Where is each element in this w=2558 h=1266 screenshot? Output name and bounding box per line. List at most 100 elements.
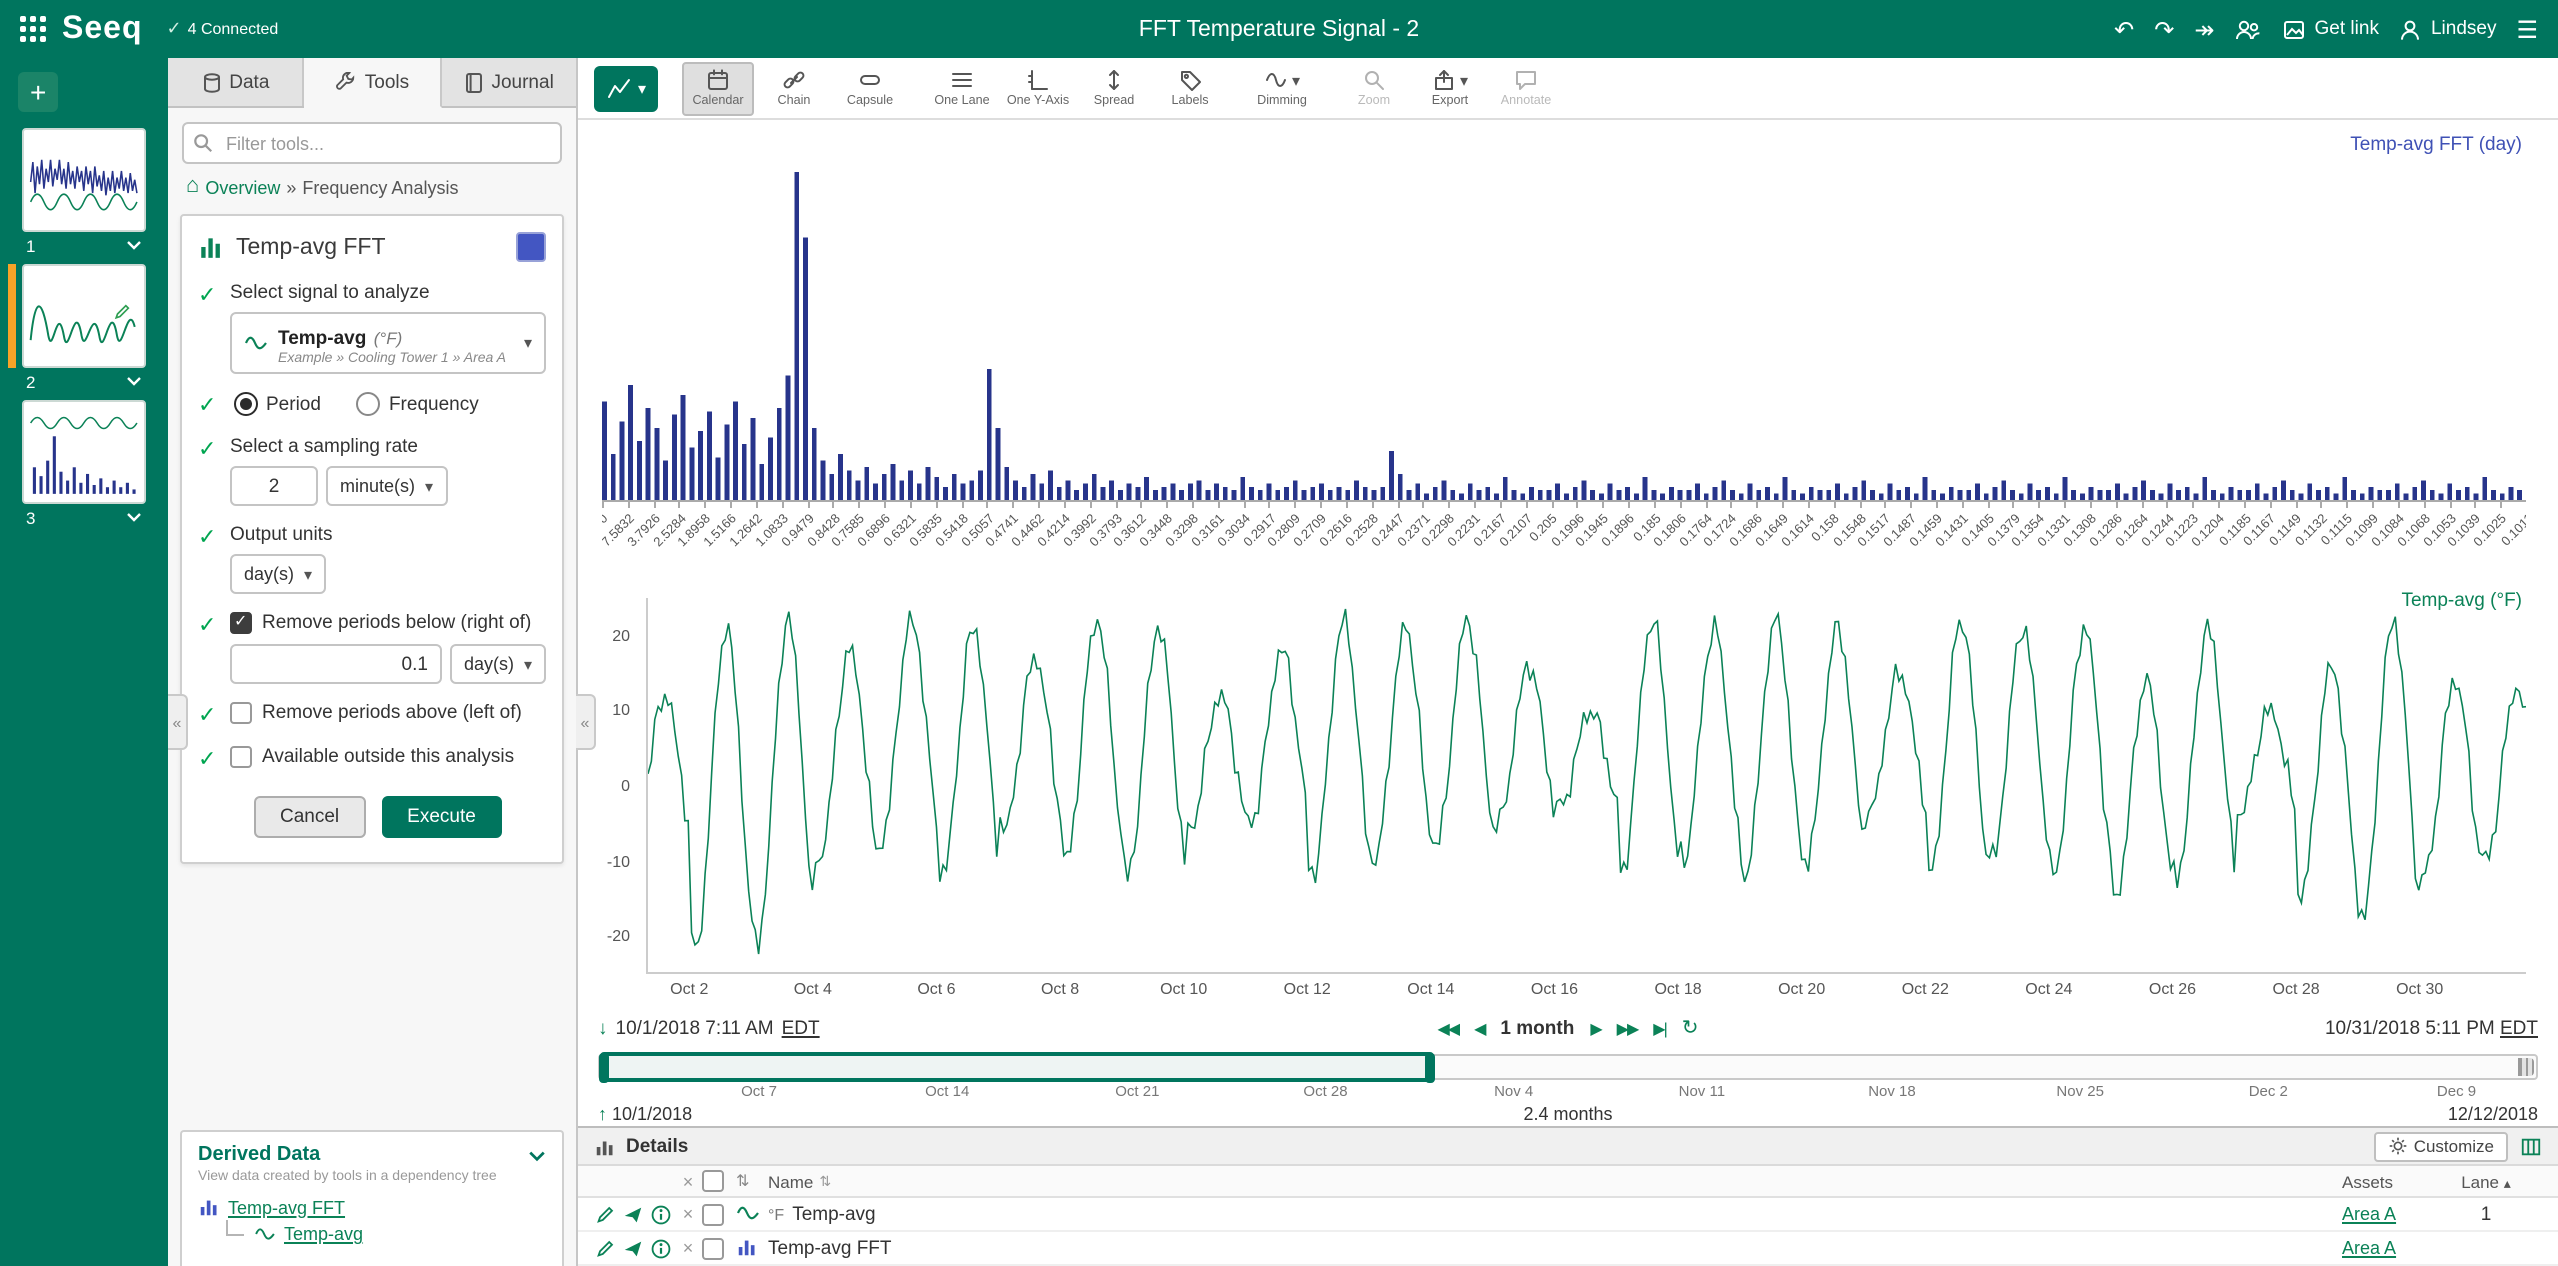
connection-status[interactable]: ✓ 4 Connected bbox=[167, 18, 279, 40]
one-y-axis-button[interactable]: One Y-Axis bbox=[1002, 61, 1074, 115]
chevron-down-icon[interactable] bbox=[528, 1149, 546, 1161]
sampling-rate-input[interactable] bbox=[230, 466, 318, 506]
remove-all-icon[interactable]: × bbox=[674, 1171, 702, 1191]
frequency-radio-option[interactable]: Frequency bbox=[357, 392, 479, 416]
home-icon[interactable]: ⌂ bbox=[186, 176, 199, 198]
range-start-arrow-icon[interactable]: ↓ bbox=[598, 1017, 608, 1039]
worksheet-thumbnail-2[interactable] bbox=[22, 264, 146, 368]
available-outside-checkbox[interactable] bbox=[230, 746, 252, 768]
investigate-end[interactable]: 12/12/2018 bbox=[2448, 1103, 2538, 1123]
timeline-right-handle[interactable] bbox=[2518, 1058, 2534, 1076]
view-mode-button[interactable]: ▾ bbox=[594, 65, 658, 111]
chain-button[interactable]: Chain bbox=[758, 61, 830, 115]
one-lane-button[interactable]: One Lane bbox=[926, 61, 998, 115]
sampling-unit-select[interactable]: minute(s) ▾ bbox=[326, 466, 447, 506]
step-forward-button[interactable]: ▶ bbox=[1590, 1019, 1600, 1037]
color-swatch[interactable] bbox=[516, 232, 546, 262]
refresh-button[interactable]: ↻ bbox=[1682, 1017, 1699, 1039]
undo-icon[interactable]: ↶ bbox=[2114, 17, 2134, 41]
asset-link[interactable]: Area A bbox=[2342, 1203, 2396, 1223]
skip-to-end-button[interactable]: ▶| bbox=[1653, 1019, 1665, 1037]
execute-button[interactable]: Execute bbox=[381, 796, 502, 838]
remove-below-checkbox[interactable] bbox=[230, 612, 252, 634]
export-button[interactable]: ▾ Export bbox=[1414, 61, 1486, 115]
edit-icon[interactable] bbox=[593, 1203, 615, 1225]
customize-button[interactable]: Customize bbox=[2374, 1131, 2508, 1161]
add-column-icon[interactable] bbox=[2520, 1135, 2542, 1157]
capsule-button[interactable]: Capsule bbox=[834, 61, 906, 115]
edit-icon[interactable] bbox=[593, 1237, 615, 1259]
worksheet-thumbnail-3[interactable] bbox=[22, 400, 146, 504]
info-icon[interactable] bbox=[649, 1203, 671, 1225]
forward-all-icon[interactable]: ↠ bbox=[2194, 17, 2214, 41]
details-table-row[interactable]: ×Temp-avg FFTArea A bbox=[578, 1232, 2558, 1266]
seeq-logo[interactable]: Seeq bbox=[62, 11, 143, 47]
signal-chart-lane[interactable]: Temp-avg (°F) 20100-10-20 Oct 2Oct 4Oct … bbox=[578, 578, 2558, 1008]
remove-above-checkbox[interactable] bbox=[230, 702, 252, 724]
fast-forward-button[interactable]: ▶▶ bbox=[1617, 1019, 1638, 1037]
worksheet-thumbnail-1[interactable] bbox=[22, 128, 146, 232]
lane-header[interactable]: Lane bbox=[2461, 1171, 2499, 1191]
collapse-worksheets-handle[interactable]: « bbox=[168, 694, 188, 750]
name-sort-icon[interactable]: ⇅ bbox=[819, 1173, 831, 1189]
chevron-down-icon[interactable] bbox=[126, 512, 142, 522]
explore-icon[interactable] bbox=[621, 1237, 643, 1259]
info-icon[interactable] bbox=[649, 1237, 671, 1259]
derived-data-header[interactable]: Derived Data bbox=[198, 1144, 546, 1166]
dimming-button[interactable]: ▾ Dimming bbox=[1246, 61, 1318, 115]
display-range-start[interactable]: 10/1/2018 7:11 AM bbox=[616, 1017, 774, 1039]
name-header[interactable]: Name bbox=[768, 1171, 813, 1191]
explore-icon[interactable] bbox=[621, 1203, 643, 1225]
remove-below-option[interactable]: Remove periods below (right of) bbox=[230, 612, 546, 634]
derived-item-link[interactable]: Temp-avg FFT bbox=[228, 1197, 345, 1217]
display-range-start-tz[interactable]: EDT bbox=[782, 1017, 820, 1039]
step-backward-button[interactable]: ◀ bbox=[1474, 1019, 1484, 1037]
get-link-button[interactable]: Get link bbox=[2283, 17, 2379, 41]
remove-below-unit-select[interactable]: day(s) ▾ bbox=[450, 644, 546, 684]
tab-journal[interactable]: Journal bbox=[441, 58, 576, 106]
timeline-track[interactable] bbox=[598, 1054, 2538, 1080]
derived-item-link[interactable]: Temp-avg bbox=[284, 1224, 363, 1244]
frequency-radio[interactable] bbox=[357, 392, 381, 416]
remove-below-input[interactable] bbox=[230, 644, 442, 684]
period-radio-option[interactable]: Period bbox=[234, 392, 321, 416]
remove-item-icon[interactable]: × bbox=[674, 1238, 702, 1258]
reorder-icon[interactable]: ⇅ bbox=[736, 1172, 768, 1190]
row-checkbox[interactable] bbox=[702, 1203, 724, 1225]
available-outside-option[interactable]: Available outside this analysis bbox=[230, 746, 546, 768]
fast-backward-button[interactable]: ◀◀ bbox=[1437, 1019, 1458, 1037]
signal-select[interactable]: Temp-avg (°F) Example » Cooling Tower 1 … bbox=[230, 312, 546, 374]
fft-legend[interactable]: Temp-avg FFT (day) bbox=[2350, 134, 2522, 156]
investigate-start-arrow-icon[interactable]: ↑ bbox=[598, 1103, 607, 1123]
row-checkbox[interactable] bbox=[702, 1237, 724, 1259]
filter-tools-input[interactable] bbox=[182, 122, 562, 164]
assets-header[interactable]: Assets bbox=[2342, 1171, 2454, 1191]
cancel-button[interactable]: Cancel bbox=[254, 796, 365, 838]
chevron-down-icon[interactable] bbox=[126, 376, 142, 386]
redo-icon[interactable]: ↷ bbox=[2154, 17, 2174, 41]
remove-above-option[interactable]: Remove periods above (left of) bbox=[230, 702, 546, 724]
selection-left-handle[interactable] bbox=[599, 1052, 609, 1082]
tab-tools[interactable]: Tools bbox=[305, 58, 442, 108]
asset-link[interactable]: Area A bbox=[2342, 1237, 2396, 1257]
spread-button[interactable]: Spread bbox=[1078, 61, 1150, 115]
users-icon[interactable] bbox=[2235, 17, 2263, 41]
display-range-end-tz[interactable]: EDT bbox=[2500, 1017, 2538, 1039]
investigate-start[interactable]: 10/1/2018 bbox=[612, 1103, 692, 1123]
hamburger-menu-icon[interactable]: ☰ bbox=[2516, 17, 2538, 41]
add-worksheet-button[interactable]: + bbox=[18, 72, 58, 112]
fft-chart-lane[interactable]: Temp-avg FFT (day) bbox=[578, 120, 2558, 500]
details-table-row[interactable]: ×°FTemp-avgArea A1 bbox=[578, 1198, 2558, 1232]
tab-data[interactable]: Data bbox=[168, 58, 305, 106]
chevron-down-icon[interactable] bbox=[126, 240, 142, 250]
breadcrumb-overview[interactable]: Overview bbox=[205, 177, 280, 197]
labels-button[interactable]: Labels bbox=[1154, 61, 1226, 115]
select-all-checkbox[interactable] bbox=[702, 1170, 724, 1192]
apps-grid-icon[interactable] bbox=[20, 16, 46, 42]
investigate-duration[interactable]: 2.4 months bbox=[1523, 1103, 1612, 1123]
display-range-end[interactable]: 10/31/2018 5:11 PM bbox=[2325, 1017, 2495, 1039]
calendar-button[interactable]: Calendar bbox=[682, 61, 754, 115]
output-unit-select[interactable]: day(s) ▾ bbox=[230, 554, 326, 594]
selection-right-handle[interactable] bbox=[1426, 1052, 1436, 1082]
range-duration-button[interactable]: 1 month bbox=[1500, 1017, 1574, 1039]
